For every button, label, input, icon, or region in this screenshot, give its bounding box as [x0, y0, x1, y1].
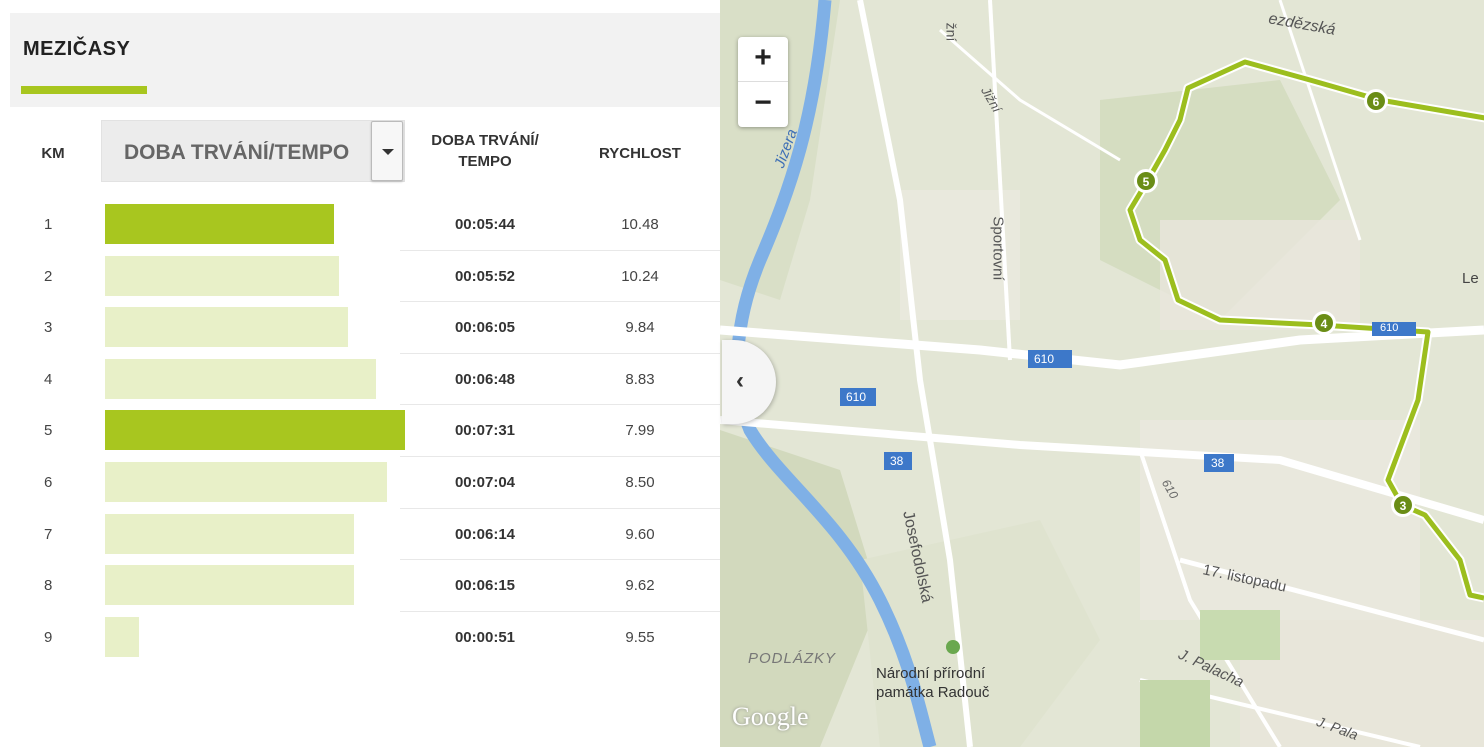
chevron-left-icon: ‹ — [736, 367, 744, 394]
split-speed: 10.24 — [621, 267, 659, 285]
active-tab-underline — [21, 86, 147, 94]
split-km: 8 — [44, 577, 53, 595]
google-logo[interactable]: Google — [732, 702, 809, 732]
splits-table: 1 00:05:44 10.48 2 00:05:52 10.24 3 00:06:05 9.8… — [0, 199, 720, 663]
split-km: 9 — [44, 628, 53, 646]
road-shield-610: 610 — [1034, 352, 1055, 366]
map-label-district: PODLÁZKY — [748, 650, 837, 667]
map-label-street: Sportovní — [989, 216, 1007, 281]
map-label-town: Le — [1462, 270, 1479, 287]
zoom-control: + − — [738, 37, 788, 127]
road-shield-610: 610 — [1380, 322, 1399, 334]
road-shield-38: 38 — [890, 454, 904, 468]
split-duration: 00:06:48 — [454, 370, 516, 388]
split-duration: 00:06:15 — [454, 577, 516, 595]
metric-dropdown-value: DOBA TRVÁNÍ/TEMPO — [124, 141, 350, 164]
table-row[interactable]: 9 00:00:51 9.55 — [0, 612, 720, 664]
split-bar — [105, 358, 376, 399]
route-marker-6[interactable]: 6 — [1364, 89, 1388, 113]
split-km: 6 — [44, 473, 53, 491]
table-row[interactable]: 3 00:06:05 9.84 — [0, 302, 720, 354]
column-header-duration-line2: TEMPO — [458, 153, 512, 170]
zoom-in-button[interactable]: + — [738, 37, 788, 82]
zoom-out-button[interactable]: − — [738, 82, 788, 127]
route-marker-4[interactable]: 4 — [1312, 311, 1336, 335]
split-bar — [105, 204, 334, 244]
marker-label: 4 — [1321, 317, 1328, 331]
marker-label: 6 — [1373, 95, 1380, 109]
route-map[interactable]: 6 5 4 3 ezdězská žní Jižní Jizera Sporto… — [720, 0, 1484, 747]
split-bar — [105, 616, 139, 657]
map-label-street: žní — [943, 22, 960, 42]
marker-label: 5 — [1143, 175, 1150, 189]
split-bar — [105, 255, 339, 296]
road-shield-38: 38 — [1211, 456, 1225, 470]
map-label-park: Národní přírodní památka Radouč — [876, 664, 989, 702]
map-tiles: 6 5 4 3 — [720, 0, 1484, 747]
split-duration: 00:07:04 — [454, 473, 516, 491]
split-speed: 8.83 — [625, 370, 655, 388]
split-speed: 9.84 — [625, 319, 655, 337]
table-row[interactable]: 7 00:06:14 9.60 — [0, 509, 720, 561]
split-km: 3 — [44, 319, 53, 337]
split-km: 5 — [44, 422, 53, 440]
split-km: 2 — [44, 267, 53, 285]
split-duration: 00:06:14 — [454, 525, 516, 543]
table-row[interactable]: 4 00:06:48 8.83 — [0, 354, 720, 406]
chevron-down-icon[interactable] — [371, 121, 403, 181]
split-speed: 7.99 — [625, 422, 655, 440]
table-row[interactable]: 6 00:07:04 8.50 — [0, 457, 720, 509]
column-header-duration: DOBA TRVÁNÍ/ TEMPO — [410, 130, 560, 172]
table-row[interactable]: 2 00:05:52 10.24 — [0, 251, 720, 303]
split-bar — [105, 565, 354, 606]
split-duration: 00:05:52 — [454, 267, 516, 285]
route-marker-3[interactable]: 3 — [1391, 493, 1415, 517]
column-header-speed: RYCHLOST — [599, 145, 681, 162]
road-shield-610: 610 — [846, 390, 867, 404]
split-speed: 8.50 — [625, 473, 655, 491]
marker-label: 3 — [1400, 499, 1407, 513]
split-duration: 00:05:44 — [454, 216, 516, 233]
split-km: 1 — [44, 216, 53, 233]
map-label-park-line1: Národní přírodní — [876, 665, 986, 682]
route-marker-5[interactable]: 5 — [1134, 169, 1158, 193]
map-label-park-line2: památka Radouč — [876, 684, 990, 701]
split-bar — [105, 410, 405, 451]
split-bar — [105, 513, 354, 554]
split-bar — [105, 461, 387, 502]
split-duration: 00:00:51 — [454, 628, 516, 646]
column-header-km: KM — [41, 145, 65, 162]
split-km: 4 — [44, 370, 53, 388]
split-duration: 00:07:31 — [454, 422, 516, 440]
split-duration: 00:06:05 — [454, 319, 516, 337]
table-row[interactable]: 8 00:06:15 9.62 — [0, 560, 720, 612]
panel-title: MEZIČASY — [23, 38, 131, 60]
table-row[interactable]: 5 00:07:31 7.99 — [0, 405, 720, 457]
split-speed: 9.55 — [625, 628, 655, 646]
split-bar — [105, 307, 348, 348]
split-speed: 9.62 — [625, 577, 655, 595]
split-km: 7 — [44, 525, 53, 543]
column-header-duration-line1: DOBA TRVÁNÍ/ — [431, 132, 539, 149]
split-speed: 10.48 — [621, 216, 659, 233]
metric-dropdown[interactable]: DOBA TRVÁNÍ/TEMPO — [101, 120, 405, 182]
split-speed: 9.60 — [625, 525, 655, 543]
splits-panel: MEZIČASY KM DOBA TRVÁNÍ/TEMPO DOBA TRVÁN… — [0, 0, 720, 747]
table-row[interactable]: 1 00:05:44 10.48 — [0, 199, 720, 251]
